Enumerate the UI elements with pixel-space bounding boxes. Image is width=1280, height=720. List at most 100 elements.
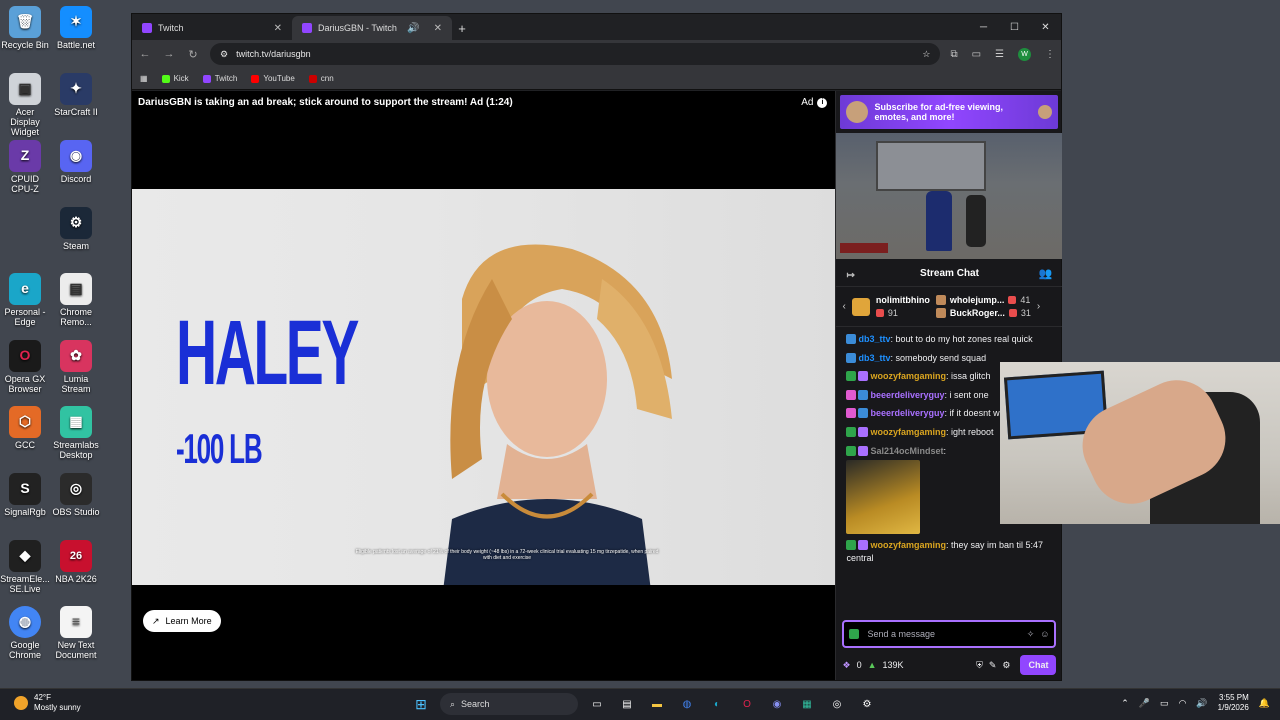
collapse-chat-icon[interactable]: ↦: [846, 270, 854, 281]
starcraft-icon: ✦: [60, 73, 92, 105]
maximize-icon[interactable]: ☐: [999, 14, 1030, 40]
chat-username[interactable]: beeerdeliveryguy: [870, 408, 944, 418]
back-icon[interactable]: ←: [138, 48, 152, 60]
chat-input[interactable]: Send a message ✧ ☺: [842, 620, 1057, 648]
reading-list-icon[interactable]: ☰: [995, 49, 1004, 60]
bookmark-youtube[interactable]: YouTube: [251, 74, 295, 83]
info-icon[interactable]: i: [817, 97, 828, 108]
desktop-icon-cpuz[interactable]: Z CPUID CPU-Z: [0, 140, 50, 195]
desktop-icon-steam[interactable]: ⚙ Steam: [51, 207, 101, 252]
channel-points-icon[interactable]: ❖: [842, 660, 850, 671]
steam-icon[interactable]: ⚙: [856, 693, 878, 715]
gear-icon[interactable]: ⚙: [1002, 660, 1010, 671]
terminal-icon[interactable]: ▤: [616, 693, 638, 715]
new-tab-button[interactable]: +: [452, 21, 472, 36]
obs-icon[interactable]: ◎: [826, 693, 848, 715]
opera-gx-icon[interactable]: O: [736, 693, 758, 715]
forward-icon[interactable]: →: [162, 48, 176, 60]
chat-username[interactable]: woozyfamgaming: [870, 540, 946, 550]
pencil-icon[interactable]: ✎: [989, 660, 997, 671]
tab-twitch[interactable]: Twitch ✕: [132, 16, 292, 40]
notification-icon[interactable]: 🔔: [1259, 698, 1270, 709]
close-tab-icon[interactable]: ✕: [274, 23, 282, 34]
users-icon[interactable]: 👥: [1039, 267, 1053, 280]
close-tab-icon[interactable]: ✕: [434, 23, 442, 34]
cast-icon[interactable]: ▭: [972, 49, 981, 60]
desktop-icon-streamelements[interactable]: ◆ StreamEle... SE.Live: [0, 540, 50, 595]
apps-grid-icon[interactable]: ▦: [140, 74, 148, 83]
desktop-icon-google-chrome[interactable]: ◍ Google Chrome: [0, 606, 50, 661]
chrome-icon[interactable]: ◍: [676, 693, 698, 715]
badge-icon: [846, 389, 857, 400]
microphone-icon[interactable]: 🎤: [1139, 698, 1150, 709]
extensions-icon[interactable]: ⧉: [950, 49, 957, 60]
stream-preview[interactable]: [836, 133, 1063, 259]
learn-more-button[interactable]: ↗ Learn More: [143, 610, 221, 632]
text-document-icon: ≡: [60, 606, 92, 638]
reload-icon[interactable]: ↻: [186, 48, 200, 61]
bookmark-kick[interactable]: Kick: [161, 74, 189, 83]
minimize-icon[interactable]: ─: [968, 14, 999, 40]
site-info-icon[interactable]: ⚙: [220, 49, 228, 60]
desktop-icon-chrome-remote[interactable]: ▤ Chrome Remo...: [51, 273, 101, 328]
chevron-up-icon[interactable]: ⌃: [1121, 698, 1129, 709]
bits-icon[interactable]: ▲: [868, 660, 877, 670]
chat-username[interactable]: woozyfamgaming: [870, 427, 946, 437]
wifi-icon[interactable]: ◠: [1179, 698, 1187, 709]
chat-username[interactable]: Sal214ocMindset: [870, 446, 943, 456]
desktop-icon-acer-widget[interactable]: ▣ Acer Display Widget: [0, 73, 50, 138]
weather-widget[interactable]: 42°F Mostly sunny: [14, 693, 81, 712]
desktop-icon-obs[interactable]: ◎ OBS Studio: [51, 473, 101, 518]
bits-cheer-icon[interactable]: ✧: [1027, 629, 1035, 640]
desktop-icon-edge[interactable]: e Personal - Edge: [0, 273, 50, 328]
ad-badge[interactable]: Ad i: [801, 97, 828, 108]
emote-picker-icon[interactable]: ☺: [1040, 629, 1049, 639]
desktop-icon-gcc[interactable]: ⬡ GCC: [0, 406, 50, 451]
discord-icon[interactable]: ◉: [766, 693, 788, 715]
desktop-icon-recycle-bin[interactable]: 🗑 Recycle Bin: [0, 6, 50, 51]
chrome-icon: ◍: [9, 606, 41, 638]
user-avatar-icon: [935, 308, 946, 318]
leader-name[interactable]: nolimitbhino: [876, 295, 930, 305]
chat-username[interactable]: woozyfamgaming: [870, 371, 946, 381]
desktop-icon-lumia[interactable]: ✿ Lumia Stream: [51, 340, 101, 395]
chat-username[interactable]: beeerdeliveryguy: [870, 390, 944, 400]
close-window-icon[interactable]: ✕: [1030, 14, 1061, 40]
chat-username[interactable]: db3_ttv: [858, 353, 890, 363]
desktop-icon-opera-gx[interactable]: O Opera GX Browser: [0, 340, 50, 395]
ad-video-frame[interactable]: HALEY -100 LB Eligible patients lost an …: [132, 189, 837, 585]
desktop-icon-starcraft[interactable]: ✦ StarCraft II: [51, 73, 101, 118]
chat-username[interactable]: db3_ttv: [858, 334, 890, 344]
shield-icon[interactable]: ⛨: [976, 660, 983, 671]
desktop-icon-streamlabs[interactable]: ▦ Streamlabs Desktop: [51, 406, 101, 461]
chevron-left-icon[interactable]: ‹: [842, 301, 845, 312]
taskbar-search[interactable]: ⌕ Search: [440, 693, 578, 715]
more-menu-icon[interactable]: ⋮: [1045, 49, 1055, 60]
bookmark-cnn[interactable]: cnn: [308, 74, 334, 83]
desktop-icon-new-text[interactable]: ≡ New Text Document: [51, 606, 101, 661]
desktop-icon-nba2k26[interactable]: 26 NBA 2K26: [51, 540, 101, 585]
edge-icon[interactable]: ◐: [706, 693, 728, 715]
volume-icon[interactable]: 🔊: [1196, 698, 1207, 709]
bookmark-star-icon[interactable]: ☆: [922, 49, 930, 60]
task-view-icon[interactable]: ▭: [586, 693, 608, 715]
video-player[interactable]: DariusGBN is taking an ad break; stick a…: [132, 91, 837, 680]
display-icon[interactable]: ▭: [1160, 698, 1169, 709]
windows-start-icon[interactable]: ⊞: [410, 693, 432, 715]
subscribe-banner[interactable]: Subscribe for ad-free viewing, emotes, a…: [840, 95, 1059, 129]
bookmark-twitch[interactable]: Twitch: [202, 74, 237, 83]
chevron-right-icon[interactable]: ›: [1037, 301, 1040, 312]
desktop-icon-discord[interactable]: ◉ Discord: [51, 140, 101, 185]
desktop-icon-battlenet[interactable]: ✶ Battle.net: [51, 6, 101, 51]
clock[interactable]: 3:55 PM 1/9/2026: [1218, 693, 1249, 713]
profile-avatar[interactable]: W: [1018, 47, 1031, 61]
chat-send-button[interactable]: Chat: [1020, 655, 1057, 675]
streamlabs-icon[interactable]: ▦: [796, 693, 818, 715]
file-explorer-icon[interactable]: ▬: [646, 693, 668, 715]
address-input[interactable]: ⚙ twitch.tv/dariusgbn ☆: [210, 43, 941, 65]
badge-icon: [846, 445, 857, 456]
tab-dariusgbn[interactable]: DariusGBN - Twitch 🔊 ✕: [292, 16, 452, 40]
speaker-icon[interactable]: 🔊: [407, 23, 419, 34]
toolbar-icons: ⧉ ▭ ☰ W ⋮: [950, 47, 1055, 61]
desktop-icon-signalrgb[interactable]: S SignalRgb: [0, 473, 50, 518]
